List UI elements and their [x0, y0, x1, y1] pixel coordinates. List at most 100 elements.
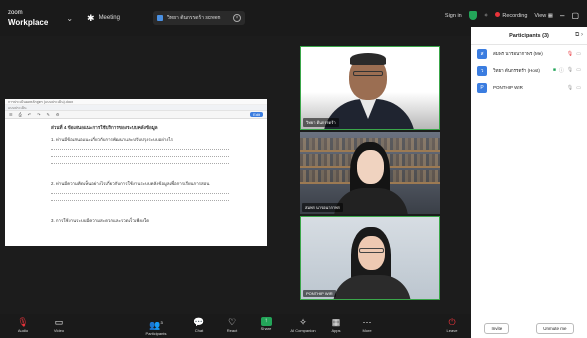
video-camera-icon: ▭ — [54, 317, 64, 327]
close-icon[interactable]: × — [233, 14, 241, 22]
unmute-me-button[interactable]: Unmute me — [536, 323, 574, 334]
apps-icon: ▦ — [331, 317, 341, 327]
participants-button[interactable]: 👥3 Participants — [141, 317, 171, 336]
minimize-icon[interactable]: – — [560, 11, 564, 20]
ai-companion-button[interactable]: ✧ AI Companion — [285, 317, 321, 333]
video-tile-host[interactable]: วิทยา ต้นกรรดร้า — [300, 46, 440, 130]
question-2: 2. ท่านมีความคิดเห็นอย่างไรเกี่ยวกับการใ… — [51, 181, 210, 186]
participants-footer: Invite Unmute me — [471, 323, 587, 334]
undo-icon: ↶ — [27, 112, 32, 117]
mic-muted-icon: 🎙 — [17, 317, 29, 327]
settings-icon: ⚙ — [55, 112, 60, 117]
record-icon — [495, 12, 501, 17]
info-icon: ⓘ — [558, 68, 564, 74]
section-heading: ส่วนที่ 4 ข้อเสนอแนะการใช้บริการของระบบค… — [51, 125, 158, 130]
video-icon[interactable]: ▭ — [576, 51, 581, 57]
edit-icon: ✎ — [46, 112, 50, 117]
participants-icon: 👥3 — [149, 320, 163, 330]
shield-icon[interactable] — [468, 11, 477, 20]
maximize-icon[interactable]: ▢ — [571, 11, 579, 20]
video-tile-ponthip[interactable]: PONTHIP WIR — [300, 216, 440, 300]
screen-share-icon — [157, 15, 163, 21]
react-button[interactable]: ♡ React — [217, 317, 247, 333]
chat-icon: 💬 — [193, 317, 205, 327]
sparkle-icon[interactable]: ✧ — [484, 13, 489, 19]
invite-button[interactable]: Invite — [484, 323, 510, 334]
more-button[interactable]: ⋯ More — [352, 317, 382, 333]
mic-icon[interactable]: 🎙 — [567, 67, 573, 74]
view-label: View — [534, 12, 547, 19]
answer-line — [51, 156, 229, 157]
sparkle-icon: ✧ — [299, 317, 307, 327]
apps-button[interactable]: ▦ Apps — [321, 317, 351, 333]
participants-panel: Participants (3) ⧉ › ส สมพร นารอนากาพร (… — [471, 27, 587, 338]
brand-line2: Workplace — [8, 18, 49, 27]
popout-icon[interactable]: ⧉ › — [575, 32, 583, 39]
share-text: วิทยา ต้นกรรดร้า screen — [167, 15, 221, 21]
share-screen-icon: ↑ — [260, 317, 272, 326]
gear-icon: ✱ — [87, 12, 95, 23]
participants-count: 3 — [160, 320, 163, 325]
mic-icon[interactable]: 🎙 — [567, 85, 573, 91]
participant-name: วิทยา ต้นกรรดร้า (Host) — [493, 68, 540, 73]
video-button[interactable]: ▭ Video — [44, 317, 74, 333]
share-label: Share — [260, 326, 272, 331]
top-right-controls: Sign in ✧ Recording View ▦ – ▢ — [445, 11, 579, 20]
tile-name-label: สมพร นารอนากาพร — [302, 203, 343, 212]
tile-name-label: วิทยา ต้นกรรดร้า — [303, 118, 339, 127]
avatar: ว — [477, 65, 487, 76]
participants-header: Participants (3) ⧉ › — [471, 27, 587, 45]
audio-button[interactable]: 🎙 Audio — [8, 317, 38, 333]
edit-badge: Edit — [250, 112, 263, 117]
tile-name-label: PONTHIP WIR — [303, 290, 336, 297]
zoom-window: zoom Workplace ⌄ ✱ Meeting วิทยา ต้นกรรด… — [0, 0, 587, 338]
document-toolbar: ☰ ⎙ ↶ ↷ ✎ ⚙ Edit — [5, 111, 267, 119]
apps-label: Apps — [331, 328, 341, 333]
chevron-down-icon[interactable]: ⌄ — [66, 14, 73, 23]
meeting-label: Meeting — [98, 15, 120, 21]
brand-line1: zoom — [8, 10, 23, 16]
participant-row[interactable]: P PONTHIP WIR 🎙 ▭ — [471, 79, 587, 96]
view-button[interactable]: View ▦ — [534, 13, 553, 19]
participants-title: Participants (3) — [509, 32, 549, 39]
ai-companion-label: AI Companion — [290, 328, 316, 333]
video-icon[interactable]: ▭ — [576, 67, 581, 74]
participant-row[interactable]: ส สมพร นารอนากาพร (Me) 🎙 ▭ — [471, 45, 587, 62]
chat-button[interactable]: 💬 Chat — [184, 317, 214, 333]
answer-line — [51, 163, 229, 164]
zoom-logo: zoom Workplace — [8, 9, 48, 27]
avatar: ส — [477, 48, 487, 59]
meeting-menu[interactable]: ✱ Meeting — [87, 13, 120, 24]
avatar: P — [477, 82, 487, 93]
question-3: 3. การใช้งานระบบมีความสะดวกและรวดเร็วเพี… — [51, 218, 150, 223]
document-page: ส่วนที่ 4 ข้อเสนอแนะการใช้บริการของระบบค… — [5, 119, 267, 224]
mic-muted-icon[interactable]: 🎙 — [567, 51, 573, 57]
question-1: 1. ท่านมีข้อเสนอแนะเกี่ยวกับการพัฒนาและป… — [51, 137, 174, 142]
chat-label: Chat — [194, 328, 204, 333]
share-button[interactable]: ↑ Share — [251, 317, 281, 331]
print-icon: ⎙ — [18, 112, 22, 117]
video-tile-self[interactable]: สมพร นารอนากาพร — [300, 132, 440, 214]
answer-line — [51, 200, 229, 201]
answer-line — [51, 193, 229, 194]
sign-in-button[interactable]: Sign in — [445, 13, 462, 19]
leave-icon: ⏻ — [448, 317, 456, 327]
screen-share-indicator[interactable]: วิทยา ต้นกรรดร้า screen × — [153, 11, 245, 25]
answer-line — [51, 149, 229, 150]
meeting-toolbar: 🎙 Audio ▭ Video 👥3 Participants 💬 Chat ♡… — [0, 314, 471, 338]
participant-name: PONTHIP WIR — [493, 85, 523, 90]
more-label: More — [362, 328, 372, 333]
more-icon: ⋯ — [362, 317, 372, 327]
recording-indicator[interactable]: Recording — [495, 12, 527, 19]
leave-label: Leave — [446, 328, 458, 333]
video-label: Video — [53, 328, 65, 333]
recording-label: Recording — [502, 13, 528, 19]
shared-screen[interactable]: การประเมินผลหลักสูตร (แบบประเมิน).docx แ… — [5, 99, 267, 246]
leave-button[interactable]: ⏻ Leave — [437, 317, 467, 333]
heart-icon: ♡ — [227, 317, 237, 327]
audio-label: Audio — [17, 328, 29, 333]
menu-icon: ☰ — [9, 112, 13, 117]
participant-row[interactable]: ว วิทยา ต้นกรรดร้า (Host) ■ ⓘ 🎙 ▭ — [471, 62, 587, 79]
participant-name: สมพร นารอนากาพร (Me) — [493, 51, 543, 56]
video-icon[interactable]: ▭ — [576, 85, 581, 91]
